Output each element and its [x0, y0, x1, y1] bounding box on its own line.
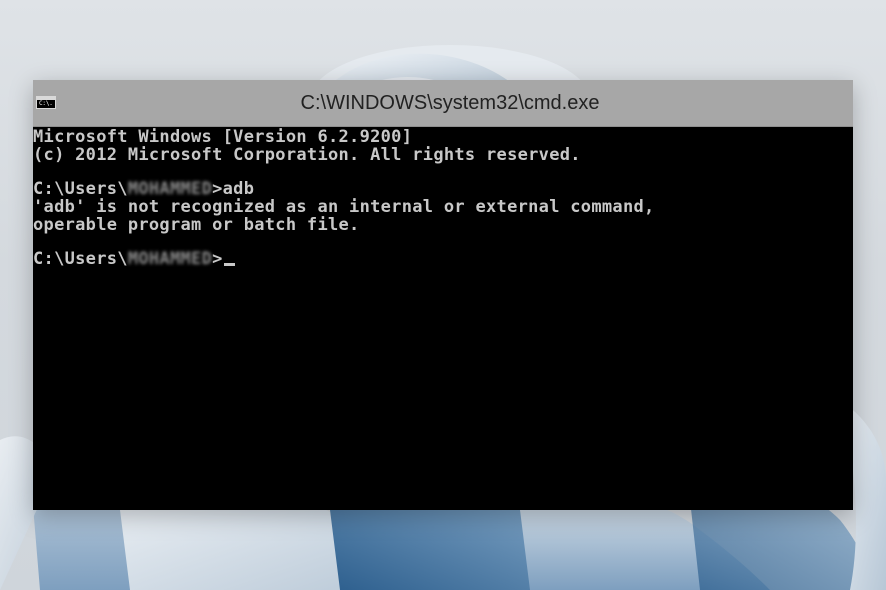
typed-command: >adb [212, 179, 255, 199]
console-line-copyright: (c) 2012 Microsoft Corporation. All righ… [33, 145, 581, 165]
cmd-window[interactable]: C:\. C:\WINDOWS\system32\cmd.exe Microso… [33, 80, 853, 510]
window-title: C:\WINDOWS\system32\cmd.exe [300, 92, 600, 114]
redacted-username: MOHAMMED [127, 249, 213, 269]
prompt-path: C:\Users\ [33, 249, 128, 269]
title-bar[interactable]: C:\. C:\WINDOWS\system32\cmd.exe [33, 80, 853, 127]
console-output[interactable]: Microsoft Windows [Version 6.2.9200] (c)… [33, 127, 853, 510]
console-line-prompt[interactable]: C:\Users\MOHAMMED> [33, 249, 235, 269]
console-line-error-cont: operable program or batch file. [33, 215, 360, 235]
prompt-symbol: > [212, 249, 223, 269]
console-line-version: Microsoft Windows [Version 6.2.9200] [33, 127, 413, 147]
console-line-command: C:\Users\MOHAMMED>adb [33, 179, 254, 199]
prompt-path: C:\Users\ [33, 179, 128, 199]
redacted-username: MOHAMMED [127, 179, 213, 199]
text-cursor [223, 263, 235, 266]
console-line-error: 'adb' is not recognized as an internal o… [33, 197, 655, 217]
